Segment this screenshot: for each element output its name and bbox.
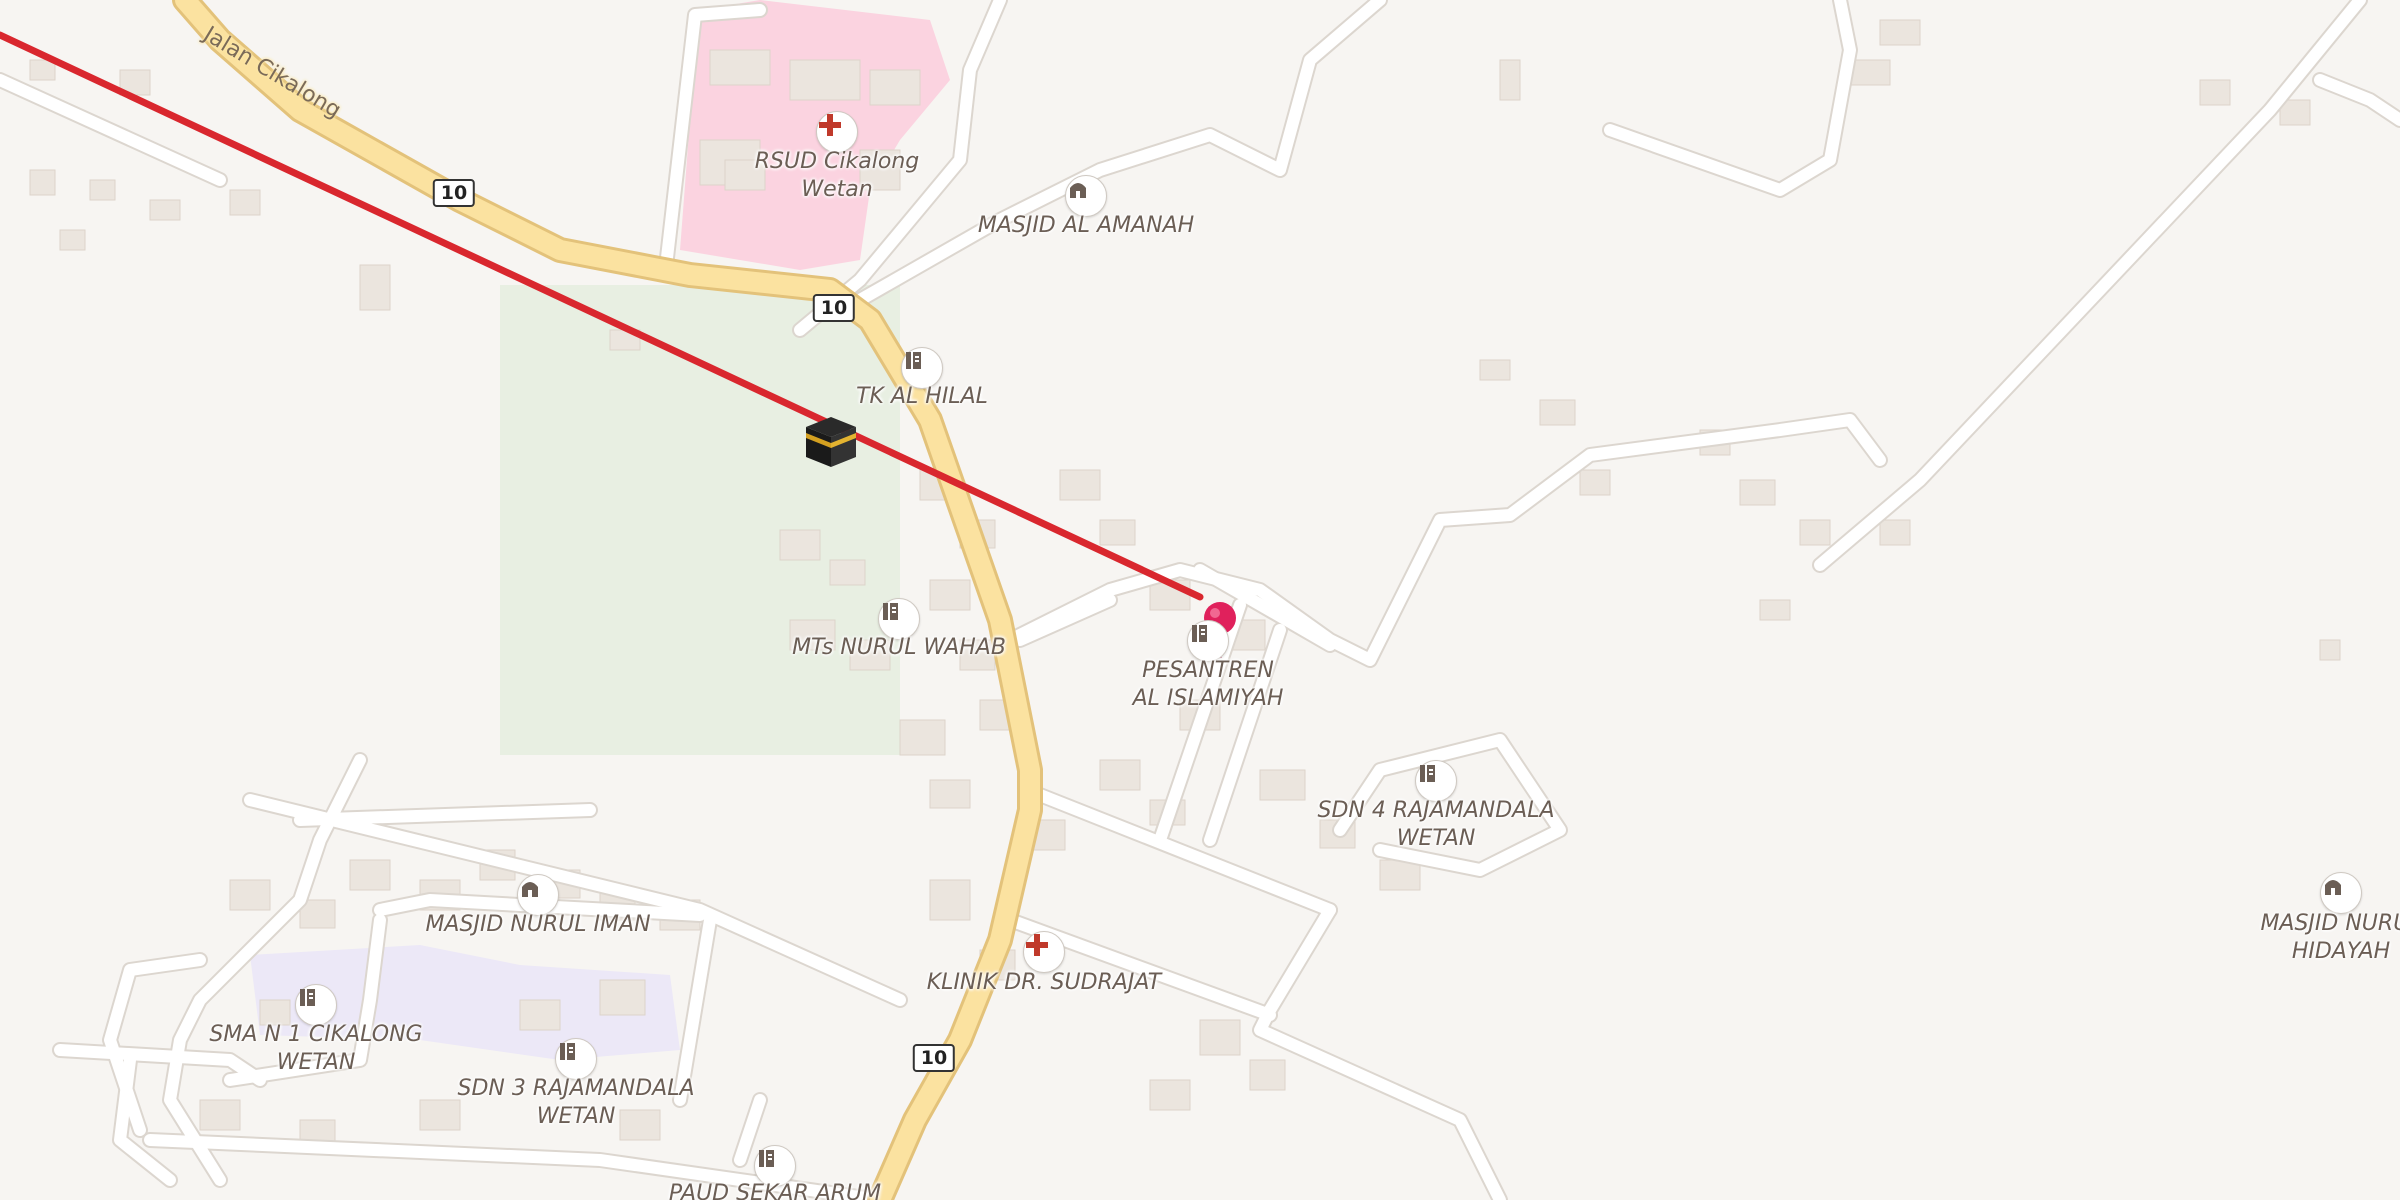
poi-label-line: Wetan <box>801 177 873 202</box>
route-shield: 10 <box>812 294 856 322</box>
map-canvas[interactable]: Jalan Cikalong 10 10 10 RSUD Cikalong We… <box>0 0 2400 1200</box>
poi-label-sdn3: SDN 3 RAJAMANDALA WETAN <box>457 1075 694 1131</box>
school-icon[interactable] <box>555 1038 597 1080</box>
school-icon[interactable] <box>295 984 337 1026</box>
poi-label-line: WETAN <box>276 1050 356 1075</box>
poi-label-masjid-al-amanah: MASJID AL AMANAH <box>977 213 1195 238</box>
poi-label-line: SDN 3 RAJAMANDALA <box>457 1076 695 1101</box>
poi-label-line: SDN 4 RAJAMANDALA <box>1317 798 1555 823</box>
school-icon[interactable] <box>1187 620 1229 662</box>
route-shield: 10 <box>432 179 476 207</box>
poi-label-line: SMA N 1 CIKALONG <box>209 1022 423 1047</box>
hospital-icon[interactable] <box>816 111 858 153</box>
poi-label-paud: PAUD SEKAR ARUM <box>668 1181 882 1200</box>
hospital-icon[interactable] <box>1023 931 1065 973</box>
poi-label-line: WETAN <box>536 1104 616 1129</box>
poi-label-mts-nurul-wahab: MTs NURUL WAHAB <box>792 635 1006 660</box>
poi-label-klinik: KLINIK DR. SUDRAJAT <box>926 970 1162 995</box>
poi-label-tk-al-hilal: TK AL HILAL <box>856 384 988 409</box>
poi-label-line: AL ISLAMIYAH <box>1132 686 1284 711</box>
park-area <box>500 285 900 755</box>
mosque-icon[interactable] <box>1065 175 1107 217</box>
poi-label-line: HIDAYAH <box>2291 939 2391 964</box>
poi-label-masjid-nurul-iman: MASJID NURUL IMAN <box>425 912 651 937</box>
school-icon[interactable] <box>1415 760 1457 802</box>
poi-label-rsud: RSUD Cikalong Wetan <box>755 148 919 204</box>
mosque-icon[interactable] <box>2320 872 2362 914</box>
route-shield: 10 <box>912 1044 956 1072</box>
poi-label-line: WETAN <box>1396 826 1476 851</box>
poi-label-line: MASJID NURUL <box>2260 911 2400 936</box>
poi-label-pesantren: PESANTREN AL ISLAMIYAH <box>1133 657 1284 713</box>
poi-label-sma1: SMA N 1 CIKALONG WETAN <box>209 1021 422 1077</box>
poi-label-masjid-nurul-hidayah: MASJID NURUL HIDAYAH <box>2260 910 2400 966</box>
mosque-icon[interactable] <box>517 874 559 916</box>
poi-label-line: PESANTREN <box>1142 658 1274 683</box>
poi-label-line: RSUD Cikalong <box>754 149 920 174</box>
poi-label-sdn4: SDN 4 RAJAMANDALA WETAN <box>1317 797 1554 853</box>
